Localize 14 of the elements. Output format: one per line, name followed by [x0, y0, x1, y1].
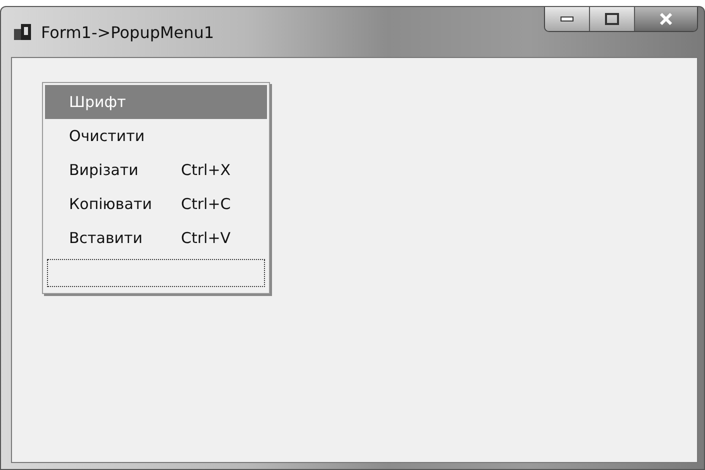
- minimize-button[interactable]: [545, 7, 590, 31]
- close-icon: [659, 13, 673, 25]
- menu-item[interactable]: Очистити: [45, 119, 267, 153]
- close-button[interactable]: [635, 7, 697, 31]
- new-menu-item-slot[interactable]: [47, 259, 265, 287]
- menu-item[interactable]: Шрифт: [45, 85, 267, 119]
- maximize-icon: [605, 13, 619, 25]
- app-icon: [13, 23, 33, 41]
- minimize-icon: [560, 16, 574, 22]
- maximize-button[interactable]: [590, 7, 635, 31]
- menu-item[interactable]: Вставити Ctrl+V: [45, 221, 267, 255]
- window-title: Form1->PopupMenu1: [41, 22, 214, 42]
- menu-item[interactable]: Копіювати Ctrl+C: [45, 187, 267, 221]
- menu-item[interactable]: Вирізати Ctrl+X: [45, 153, 267, 187]
